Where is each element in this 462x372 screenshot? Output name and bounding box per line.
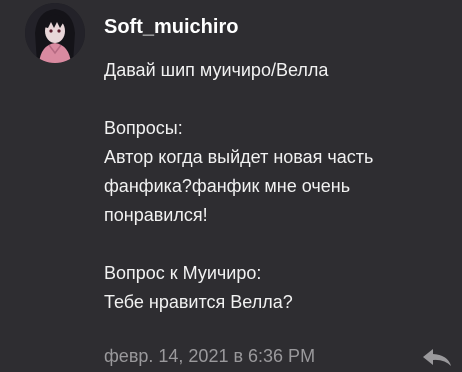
comment-card: Soft_muichiro Давай шип муичиро/Велла Во… [0,0,462,372]
avatar-image [25,3,85,63]
comment-line: Вопросы: [104,118,183,138]
comment-line: Давай шип муичиро/Велла [104,60,329,80]
comment-timestamp: февр. 14, 2021 в 6:36 PM [104,346,316,366]
comment-line: Тебе нравится Велла? [104,292,293,312]
comment-body: Давай шип муичиро/Велла Вопросы: Автор к… [104,56,449,317]
reply-arrow-icon [423,349,451,366]
comment-line-blank [104,230,449,259]
comment-line: Автор когда выйдет новая часть [104,147,374,167]
comment-line-blank [104,85,449,114]
comment-line: фанфика?фанфик мне очень [104,176,351,196]
comment-author[interactable]: Soft_muichiro [104,14,238,40]
comment-line: понравился! [104,205,208,225]
comment-line: Вопрос к Муичиро: [104,263,262,283]
user-avatar[interactable] [25,3,85,63]
reply-button[interactable] [420,346,454,370]
